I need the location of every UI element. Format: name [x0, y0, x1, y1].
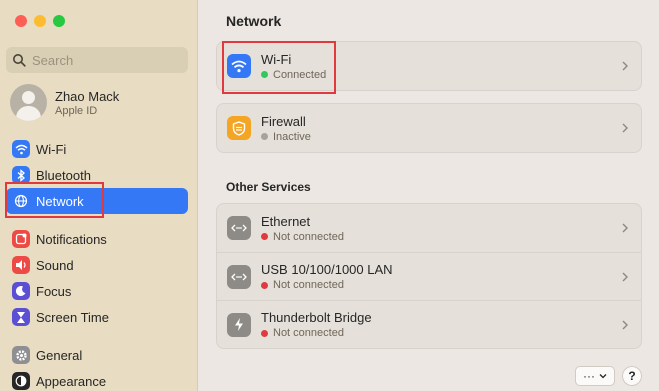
search-input[interactable] — [32, 52, 172, 68]
more-actions-button[interactable]: ··· — [575, 366, 615, 386]
service-row-usb-lan[interactable]: USB 10/100/1000 LAN Not connected — [217, 252, 641, 300]
sidebar-item-label: Focus — [36, 283, 72, 299]
wifi-icon — [12, 140, 30, 158]
thunderbolt-icon — [227, 312, 251, 337]
section-header-other-services: Other Services — [226, 180, 311, 194]
service-row-thunderbolt-bridge[interactable]: Thunderbolt Bridge Not connected — [217, 300, 641, 348]
service-name: Thunderbolt Bridge — [261, 310, 372, 325]
status-text: Inactive — [273, 130, 311, 143]
status-dot — [261, 329, 268, 337]
sidebar-item-appearance[interactable]: Appearance — [6, 368, 188, 391]
sidebar-item-label: Screen Time — [36, 309, 109, 325]
help-button[interactable]: ? — [622, 366, 642, 386]
main-pane: Network Wi-Fi Connected Firewall Inactiv… — [199, 0, 659, 391]
sidebar: Zhao Mack Apple ID Wi-Fi Bluetooth Netwo… — [0, 0, 198, 391]
appearance-icon — [12, 372, 30, 390]
window-controls — [15, 15, 65, 27]
search-field[interactable] — [6, 47, 188, 73]
search-icon — [13, 54, 26, 67]
status-dot — [261, 133, 268, 140]
service-status: Inactive — [261, 131, 311, 143]
sidebar-item-label: Notifications — [36, 231, 107, 247]
bell-icon — [12, 230, 30, 248]
profile-subtitle: Apple ID — [55, 104, 98, 117]
service-row-ethernet[interactable]: Ethernet Not connected — [217, 204, 641, 252]
status-dot — [261, 233, 268, 240]
sidebar-item-screen-time[interactable]: Screen Time — [6, 304, 188, 330]
highlight-annotation — [5, 182, 104, 218]
avatar — [10, 84, 47, 121]
chevron-right-icon — [622, 61, 628, 71]
sidebar-item-label: Bluetooth — [36, 167, 91, 183]
hourglass-icon — [12, 308, 30, 326]
gear-icon — [12, 346, 30, 364]
sidebar-item-wifi[interactable]: Wi-Fi — [6, 136, 188, 162]
chevron-down-icon — [599, 374, 607, 379]
chevron-right-icon — [622, 123, 628, 133]
sidebar-item-label: Wi-Fi — [36, 141, 67, 157]
more-label: ··· — [583, 369, 595, 383]
service-card-firewall: Firewall Inactive — [216, 103, 642, 153]
sidebar-item-general[interactable]: General — [6, 342, 188, 368]
status-text: Not connected — [273, 230, 344, 243]
service-status: Not connected — [261, 279, 393, 291]
minimize-button[interactable] — [34, 15, 46, 27]
speaker-icon — [12, 256, 30, 274]
sidebar-item-sound[interactable]: Sound — [6, 252, 188, 278]
chevron-right-icon — [622, 272, 628, 282]
sidebar-item-label: General — [36, 347, 83, 363]
sidebar-item-label: Sound — [36, 257, 74, 273]
service-name: Firewall — [261, 113, 306, 129]
status-dot — [261, 281, 268, 289]
service-row-firewall[interactable]: Firewall Inactive — [217, 104, 641, 152]
chevron-right-icon — [622, 320, 628, 330]
status-text: Not connected — [273, 327, 344, 339]
apple-id-profile[interactable]: Zhao Mack Apple ID — [10, 84, 119, 121]
profile-name: Zhao Mack — [55, 88, 120, 104]
ethernet-icon — [227, 264, 251, 289]
sidebar-item-notifications[interactable]: Notifications — [6, 226, 188, 252]
service-status: Not connected — [261, 231, 344, 243]
other-services-card: Ethernet Not connected USB 10/100/1000 L… — [216, 203, 642, 349]
highlight-annotation — [222, 41, 336, 94]
close-button[interactable] — [15, 15, 27, 27]
firewall-icon — [227, 116, 251, 140]
chevron-right-icon — [622, 223, 628, 233]
service-status: Not connected — [261, 327, 372, 339]
status-text: Not connected — [273, 279, 344, 291]
moon-icon — [12, 282, 30, 300]
page-title: Network — [226, 13, 282, 29]
service-name: Ethernet — [261, 213, 311, 229]
sidebar-item-focus[interactable]: Focus — [6, 278, 188, 304]
zoom-button[interactable] — [53, 15, 65, 27]
sidebar-item-label: Appearance — [36, 373, 107, 389]
ethernet-icon — [227, 216, 251, 240]
service-name: USB 10/100/1000 LAN — [261, 262, 393, 277]
